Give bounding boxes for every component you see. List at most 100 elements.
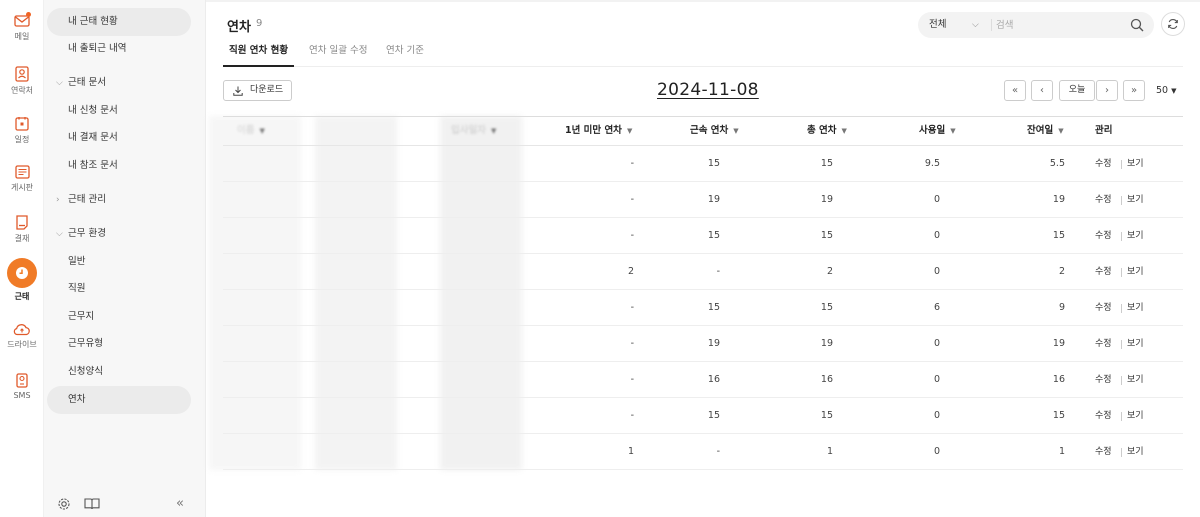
chevron-down-icon[interactable]: ⌵ xyxy=(972,12,979,38)
next-button[interactable]: › xyxy=(1096,80,1118,101)
cell-total: 1 xyxy=(826,446,833,457)
action-divider xyxy=(1121,160,1122,169)
sidebar-item-my-approvals[interactable]: 내 결재 문서 xyxy=(47,124,191,152)
edit-link[interactable]: 수정 xyxy=(1095,290,1112,326)
view-link[interactable]: 보기 xyxy=(1127,290,1144,326)
sidebar-item-general[interactable]: 일반 xyxy=(47,248,191,276)
unread-dot xyxy=(26,12,31,17)
table-row: - 15 15 0 15 수정 보기 xyxy=(223,218,1183,254)
download-button[interactable]: 다운로드 xyxy=(223,80,292,101)
edit-link[interactable]: 수정 xyxy=(1095,254,1112,290)
action-divider xyxy=(1121,340,1122,349)
view-link[interactable]: 보기 xyxy=(1127,362,1144,398)
top-divider xyxy=(206,0,1200,2)
edit-link[interactable]: 수정 xyxy=(1095,146,1112,182)
prev-button[interactable]: ‹ xyxy=(1031,80,1053,101)
page-count-badge: 9 xyxy=(256,18,263,29)
refresh-button[interactable] xyxy=(1161,12,1185,36)
rail-item-calendar[interactable]: 일정 xyxy=(0,116,44,145)
edit-link[interactable]: 수정 xyxy=(1095,434,1112,470)
column-header-join-date[interactable]: 입사일자 ▼ xyxy=(451,117,496,147)
cell-tenure: - xyxy=(716,446,720,457)
sidebar-item-label: 직원 xyxy=(68,283,86,294)
cell-remaining: 15 xyxy=(1052,410,1065,421)
column-header-name[interactable]: 이름 ▼ xyxy=(237,117,265,147)
edit-link[interactable]: 수정 xyxy=(1095,182,1112,218)
book-icon[interactable] xyxy=(84,497,100,513)
rail-item-attendance[interactable]: 근태 xyxy=(0,258,44,302)
cell-used: 0 xyxy=(933,338,940,349)
rail-item-sms[interactable]: SMS xyxy=(0,373,44,400)
view-link[interactable]: 보기 xyxy=(1127,182,1144,218)
first-page-button[interactable]: « xyxy=(1004,80,1026,101)
cell-tenure: 16 xyxy=(707,374,720,385)
cell-total: 19 xyxy=(820,194,833,205)
tab-bulk-leave-edit[interactable]: 연차 일괄 수정 xyxy=(309,40,367,67)
gear-icon[interactable] xyxy=(57,497,71,514)
table-header: 이름 ▼ 입사일자 ▼ 1년 미만 연차 ▼ 근속 연차 ▼ 총 연차 ▼ 사용일 ▼ 잔여… xyxy=(223,116,1183,146)
sort-icon: ▼ xyxy=(490,127,497,135)
view-link[interactable]: 보기 xyxy=(1127,254,1144,290)
sms-icon xyxy=(16,373,28,388)
tab-leave-criteria[interactable]: 연차 기준 xyxy=(386,40,424,67)
today-button[interactable]: 오늘 xyxy=(1059,80,1095,101)
sidebar-item-my-references[interactable]: 내 참조 문서 xyxy=(47,152,191,180)
sidebar-item-label: 내 출퇴근 내역 xyxy=(68,43,127,54)
table-row: - 16 16 0 16 수정 보기 xyxy=(223,362,1183,398)
sidebar-item-label: 일반 xyxy=(68,256,86,267)
edit-link[interactable]: 수정 xyxy=(1095,326,1112,362)
rail-item-mail[interactable]: 메일 xyxy=(0,12,44,42)
page-size-select[interactable]: 50 ▼ xyxy=(1156,85,1177,96)
view-link[interactable]: 보기 xyxy=(1127,218,1144,254)
cell-under-one-year: - xyxy=(630,194,634,205)
search-input[interactable] xyxy=(996,16,1122,34)
current-date[interactable]: 2024-11-08 xyxy=(657,80,759,100)
sidebar-section-attendance-docs[interactable]: ⌵ 근태 문서 xyxy=(47,69,191,97)
view-link[interactable]: 보기 xyxy=(1127,434,1144,470)
edit-link[interactable]: 수정 xyxy=(1095,362,1112,398)
sidebar-item-my-attendance[interactable]: 내 근태 현황 xyxy=(47,8,191,36)
collapse-sidebar-icon[interactable]: « xyxy=(176,496,184,511)
view-link[interactable]: 보기 xyxy=(1127,146,1144,182)
sidebar-item-workplace[interactable]: 근무지 xyxy=(47,303,191,331)
edit-link[interactable]: 수정 xyxy=(1095,398,1112,434)
column-header-used[interactable]: 사용일 ▼ xyxy=(919,117,956,147)
column-header-remaining[interactable]: 잔여일 ▼ xyxy=(1027,117,1064,147)
rail-item-approval[interactable]: 결재 xyxy=(0,215,44,244)
sidebar-item-my-commute[interactable]: 내 출퇴근 내역 xyxy=(47,35,191,63)
cell-total: 16 xyxy=(820,374,833,385)
last-page-button[interactable]: » xyxy=(1123,80,1145,101)
approval-icon xyxy=(16,215,28,230)
table-row: - 19 19 0 19 수정 보기 xyxy=(223,326,1183,362)
column-header-tenure[interactable]: 근속 연차 ▼ xyxy=(690,117,739,147)
view-link[interactable]: 보기 xyxy=(1127,326,1144,362)
sidebar-section-label: 근태 문서 xyxy=(68,77,106,88)
chevron-down-icon: ⌵ xyxy=(56,229,63,239)
rail-label: 결재 xyxy=(14,234,30,243)
search-icon[interactable] xyxy=(1130,18,1144,35)
page-size-value: 50 xyxy=(1156,85,1169,96)
sidebar-item-my-requests[interactable]: 내 신청 문서 xyxy=(47,97,191,125)
sidebar-section-attendance-mgmt[interactable]: › 근태 관리 xyxy=(47,186,191,214)
column-header-under-one-year[interactable]: 1년 미만 연차 ▼ xyxy=(565,117,632,147)
column-header-label: 이름 xyxy=(237,125,255,136)
sidebar-item-request-forms[interactable]: 신청양식 xyxy=(47,358,191,386)
sidebar-item-employees[interactable]: 직원 xyxy=(47,275,191,303)
sidebar-item-label: 근무지 xyxy=(68,311,95,322)
column-header-total[interactable]: 총 연차 ▼ xyxy=(807,117,847,147)
table-row: - 15 15 9.5 5.5 수정 보기 xyxy=(223,146,1183,182)
column-header-label: 근속 연차 xyxy=(690,125,729,136)
sidebar-item-annual-leave[interactable]: 연차 xyxy=(47,386,191,414)
sidebar-section-work-env[interactable]: ⌵ 근무 환경 xyxy=(47,220,191,248)
sidebar-item-work-type[interactable]: 근무유형 xyxy=(47,330,191,358)
rail-item-board[interactable]: 게시판 xyxy=(0,165,44,193)
cell-under-one-year: - xyxy=(630,374,634,385)
sub-sidebar: 내 근태 현황 내 출퇴근 내역 ⌵ 근태 문서 내 신청 문서 내 결재 문서… xyxy=(44,0,206,517)
tab-employee-leave-status[interactable]: 직원 연차 현황 xyxy=(223,40,295,67)
rail-item-contacts[interactable]: 연락처 xyxy=(0,66,44,96)
view-link[interactable]: 보기 xyxy=(1127,398,1144,434)
search-scope-select[interactable]: 전체 xyxy=(929,12,993,38)
cell-under-one-year: - xyxy=(630,158,634,169)
rail-item-drive[interactable]: 드라이브 xyxy=(0,323,44,350)
edit-link[interactable]: 수정 xyxy=(1095,218,1112,254)
